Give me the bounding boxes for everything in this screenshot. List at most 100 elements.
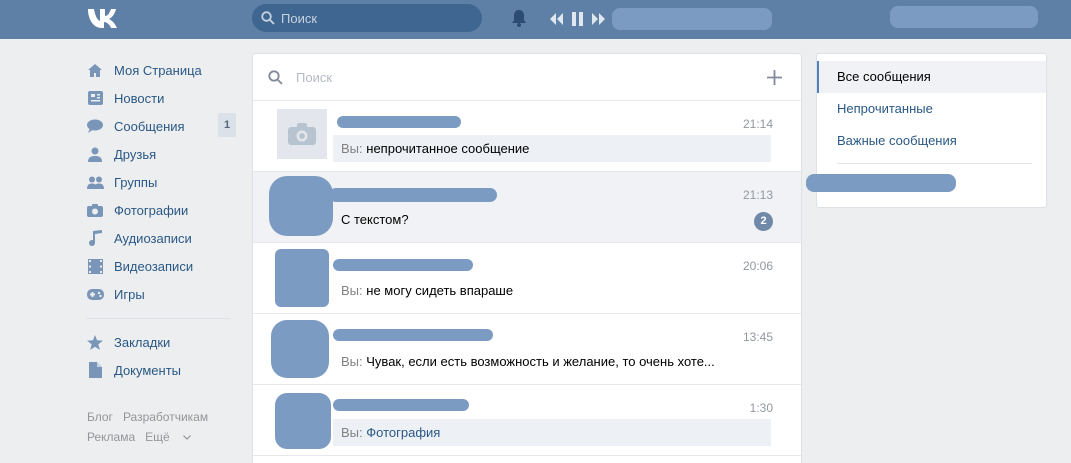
sidebar-item-photos[interactable]: Фотографии xyxy=(86,196,246,224)
footer-link-ads[interactable]: Реклама xyxy=(87,430,135,444)
dialog-time: 20:06 xyxy=(742,259,773,273)
dialog-message-text: С текстом? xyxy=(341,212,409,227)
sidebar-item-label: Документы xyxy=(114,362,182,378)
you-prefix: Вы: xyxy=(341,283,363,298)
footer-link-more[interactable]: Ещё xyxy=(145,430,191,444)
unread-count-badge: 2 xyxy=(754,212,773,231)
new-message-plus-icon[interactable] xyxy=(766,69,783,86)
next-track-icon[interactable] xyxy=(592,13,605,25)
sidebar-item-documents[interactable]: Документы xyxy=(86,356,246,384)
dialog-message-text: Чувак, если есть возможность и желание, … xyxy=(366,354,715,369)
video-icon xyxy=(86,257,104,275)
document-icon xyxy=(86,361,104,379)
sidebar-item-games[interactable]: Игры xyxy=(86,280,246,308)
sidebar-item-label: Группы xyxy=(114,174,158,190)
messages-icon xyxy=(86,117,104,135)
dialog-row[interactable]: 21:13 С текстом? 2 xyxy=(253,172,801,243)
prev-track-icon[interactable] xyxy=(550,13,563,25)
chevron-down-icon xyxy=(183,435,191,441)
dialog-preview: Вы: Фотография xyxy=(333,419,771,446)
dialog-row[interactable]: 21:14 Вы: непрочитанное сообщение xyxy=(253,101,801,172)
dialog-row[interactable]: 20:06 Вы: не могу сидеть впараше xyxy=(253,243,801,314)
avatar xyxy=(277,109,327,159)
dialogs-panel: Поиск 21:14 Вы: непрочитанное сообщение … xyxy=(252,53,802,463)
sidebar-item-label: Видеозаписи xyxy=(114,258,194,274)
header-search-placeholder: Поиск xyxy=(281,11,318,26)
redacted-filter-item xyxy=(806,174,956,192)
dialog-time: 1:30 xyxy=(749,401,773,415)
dialog-time: 21:14 xyxy=(742,117,773,131)
dialog-preview: Вы: Чувак, если есть возможность и желан… xyxy=(333,348,771,375)
search-icon xyxy=(261,11,275,25)
search-icon xyxy=(268,70,283,85)
filter-all-messages[interactable]: Все сообщения xyxy=(817,61,1046,93)
audio-player-controls xyxy=(550,11,605,27)
dialog-preview: С текстом? xyxy=(333,206,771,233)
bell-icon[interactable] xyxy=(510,8,528,28)
sidebar-item-audio[interactable]: Аудиозаписи xyxy=(86,224,246,252)
sidebar-item-messages[interactable]: Сообщения 1 xyxy=(86,112,246,140)
friends-icon xyxy=(86,145,104,163)
dialog-message-text: не могу сидеть впараше xyxy=(366,283,514,298)
redacted-avatar xyxy=(275,393,331,449)
footer-link-developers[interactable]: Разработчикам xyxy=(123,410,208,424)
home-icon xyxy=(86,61,104,79)
pause-icon[interactable] xyxy=(572,12,583,26)
filter-important[interactable]: Важные сообщения xyxy=(817,125,1046,157)
redacted-contact-name xyxy=(333,399,469,411)
you-prefix: Вы: xyxy=(341,354,363,369)
footer-more-label: Ещё xyxy=(145,430,170,444)
redacted-track-title xyxy=(612,8,772,30)
you-prefix: Вы: xyxy=(341,425,363,440)
sidebar-item-label: Сообщения xyxy=(114,118,185,134)
redacted-contact-name xyxy=(333,259,473,271)
sidebar-divider xyxy=(86,318,230,319)
star-icon xyxy=(86,333,104,351)
header-search-input[interactable]: Поиск xyxy=(252,4,482,32)
sidebar-item-news[interactable]: Новости xyxy=(86,84,246,112)
sidebar-item-label: Новости xyxy=(114,90,165,106)
you-prefix: Вы: xyxy=(341,141,363,156)
sidebar-item-video[interactable]: Видеозаписи xyxy=(86,252,246,280)
top-header: Поиск xyxy=(0,0,1071,39)
sidebar-item-label: Закладки xyxy=(114,334,171,350)
footer-link-blog[interactable]: Блог xyxy=(87,410,113,424)
dialog-preview: Вы: не могу сидеть впараше xyxy=(333,277,771,304)
dialog-attachment-link[interactable]: Фотография xyxy=(366,425,440,440)
filter-unread[interactable]: Непрочитанные xyxy=(817,93,1046,125)
redacted-avatar xyxy=(271,320,329,378)
dialog-row[interactable]: 13:45 Вы: Чувак, если есть возможность и… xyxy=(253,314,801,385)
filter-divider xyxy=(837,163,1032,164)
redacted-contact-name xyxy=(337,116,461,128)
sidebar-item-label: Фотографии xyxy=(114,202,189,218)
dialog-time: 21:13 xyxy=(742,188,773,202)
music-icon xyxy=(86,229,104,247)
sidebar-item-bookmarks[interactable]: Закладки xyxy=(86,328,246,356)
dialogs-search-bar[interactable]: Поиск xyxy=(253,54,801,101)
sidebar-item-label: Друзья xyxy=(114,146,157,162)
left-sidebar: Моя Страница Новости Сообщения 1 Друзья … xyxy=(86,56,246,384)
camera-icon xyxy=(86,201,104,219)
gamepad-icon xyxy=(86,285,104,303)
unread-messages-badge: 1 xyxy=(218,113,236,137)
redacted-user-name xyxy=(890,6,1038,28)
sidebar-item-friends[interactable]: Друзья xyxy=(86,140,246,168)
redacted-avatar xyxy=(275,249,329,307)
redacted-contact-name xyxy=(333,329,493,341)
dialog-preview: Вы: непрочитанное сообщение xyxy=(333,135,771,162)
sidebar-item-groups[interactable]: Группы xyxy=(86,168,246,196)
redacted-contact-name xyxy=(329,188,497,202)
sidebar-item-my-page[interactable]: Моя Страница xyxy=(86,56,246,84)
news-icon xyxy=(86,89,104,107)
redacted-avatar xyxy=(269,176,333,236)
vk-logo[interactable] xyxy=(86,6,122,30)
dialogs-search-placeholder: Поиск xyxy=(296,70,333,85)
dialog-message-text: непрочитанное сообщение xyxy=(366,141,530,156)
camera-icon xyxy=(288,123,316,145)
sidebar-footer-links: Блог Разработчикам Реклама Ещё xyxy=(87,407,247,447)
sidebar-item-label: Аудиозаписи xyxy=(114,230,192,246)
dialog-row[interactable]: 1:30 Вы: Фотография xyxy=(253,385,801,456)
dialog-time: 13:45 xyxy=(742,330,773,344)
sidebar-item-label: Игры xyxy=(114,286,145,302)
sidebar-item-label: Моя Страница xyxy=(114,62,202,78)
